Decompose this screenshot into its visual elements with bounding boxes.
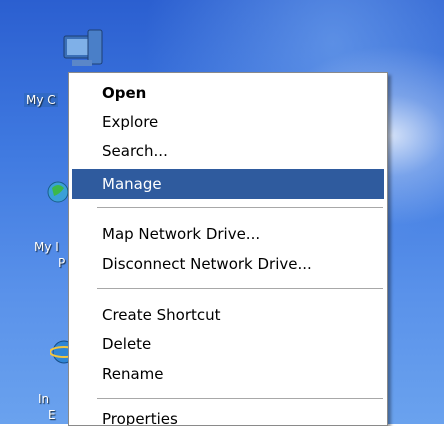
my-network-places-icon[interactable] <box>44 176 70 216</box>
my-network-places-label-line1[interactable]: My I <box>34 240 59 254</box>
menu-separator <box>97 398 383 400</box>
context-menu: Open Explore Search... Manage Map Networ… <box>68 72 388 426</box>
my-network-places-label-line2[interactable]: P <box>58 256 65 270</box>
menu-separator <box>97 288 383 290</box>
internet-explorer-label-line1[interactable]: In <box>38 392 49 406</box>
menu-item-disconnect-network-drive[interactable]: Disconnect Network Drive... <box>72 249 384 279</box>
my-computer-icon[interactable] <box>58 28 108 76</box>
menu-separator <box>97 207 383 209</box>
menu-item-delete[interactable]: Delete <box>72 329 384 359</box>
menu-item-manage[interactable]: Manage <box>72 169 384 199</box>
desktop-background: My C My I P In E Open Explore Search... … <box>0 0 444 426</box>
menu-item-map-network-drive[interactable]: Map Network Drive... <box>72 219 384 249</box>
menu-item-explore[interactable]: Explore <box>72 107 384 137</box>
my-computer-label[interactable]: My C <box>24 93 58 107</box>
menu-item-properties[interactable]: Properties <box>72 404 384 425</box>
internet-explorer-label-line2[interactable]: E <box>48 408 56 422</box>
menu-item-search[interactable]: Search... <box>72 136 384 166</box>
menu-item-rename[interactable]: Rename <box>72 359 384 389</box>
menu-item-create-shortcut[interactable]: Create Shortcut <box>72 300 384 330</box>
menu-item-open[interactable]: Open <box>72 78 384 108</box>
